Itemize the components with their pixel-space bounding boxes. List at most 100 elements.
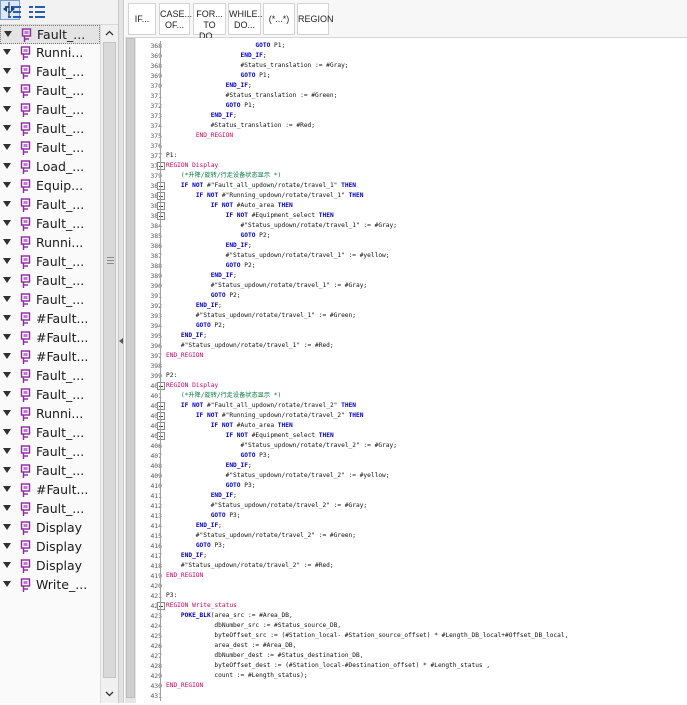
code-line[interactable]: GOTO P2; [162, 231, 687, 241]
code-line[interactable]: P2: [162, 371, 687, 381]
code-line[interactable]: END_REGION [162, 681, 687, 691]
code-line[interactable]: P1: [162, 151, 687, 161]
code-line[interactable]: END_IF; [162, 241, 687, 251]
tree-vertical-scrollbar[interactable] [100, 25, 118, 703]
code-line[interactable]: IF NOT #"Fault_all_updown/rotate/travel_… [162, 401, 687, 411]
expand-arrow-icon[interactable] [3, 467, 11, 473]
editor-scroll-thumb[interactable] [126, 38, 135, 698]
code-line[interactable]: #Status_translation := #Gray; [162, 61, 687, 71]
code-line[interactable]: IF NOT #Equipment_select THEN [162, 211, 687, 221]
code-line[interactable]: IF NOT #"Running_updown/rotate/travel_2"… [162, 411, 687, 421]
tree-item[interactable]: Fault_... [0, 82, 100, 101]
fold-toggle-icon[interactable] [157, 212, 165, 220]
tree-item[interactable]: Fault_... [0, 120, 100, 139]
code-line[interactable]: dbNumber_dest := #Status_destination_DB, [162, 651, 687, 661]
panel-splitter[interactable] [118, 0, 124, 703]
collapse-all-icon[interactable] [28, 3, 46, 21]
expand-arrow-icon[interactable] [3, 49, 11, 55]
fold-toggle-icon[interactable] [157, 602, 165, 610]
code-line[interactable]: END_IF; [162, 51, 687, 61]
fold-toggle-icon[interactable] [157, 382, 165, 390]
expand-arrow-icon[interactable] [3, 296, 11, 302]
code-line[interactable]: IF NOT #"Fault_all_updown/rotate/travel_… [162, 181, 687, 191]
tree-item[interactable]: Fault_... [0, 424, 100, 443]
code-line[interactable]: #"Status_updown/rotate/travel_2" := #yel… [162, 471, 687, 481]
expand-arrow-icon[interactable] [3, 562, 11, 568]
code-line[interactable]: REGION Write_status [162, 601, 687, 611]
tree-item[interactable]: #Fault... [0, 481, 100, 500]
tree-item[interactable]: Runni... [0, 44, 100, 63]
tree-item[interactable]: Fault_... [0, 386, 100, 405]
expand-arrow-icon[interactable] [3, 372, 11, 378]
code-line[interactable]: END_IF; [162, 111, 687, 121]
expand-arrow-icon[interactable] [3, 239, 11, 245]
tree-item[interactable]: Fault_... [0, 139, 100, 158]
tree-item[interactable]: Fault_... [0, 500, 100, 519]
expand-arrow-icon[interactable] [3, 524, 11, 530]
tree-item[interactable]: Fault_... [0, 196, 100, 215]
code-line[interactable]: (*升降/旋转/行走设备状态显示 *) [162, 391, 687, 401]
expand-arrow-icon[interactable] [3, 315, 11, 321]
code-line[interactable]: GOTO P3; [162, 511, 687, 521]
code-line[interactable]: (*升降/旋转/行走设备状态显示 *) [162, 171, 687, 181]
expand-arrow-icon[interactable] [3, 87, 11, 93]
code-line[interactable]: IF NOT #Auto_area THEN [162, 421, 687, 431]
code-line[interactable]: END_IF; [162, 271, 687, 281]
code-line[interactable]: #"Status_updown/rotate/travel_1" := #Red… [162, 341, 687, 351]
tree-item[interactable]: Fault_... [0, 272, 100, 291]
code-line[interactable]: END_IF; [162, 551, 687, 561]
code-line[interactable]: END_IF; [162, 81, 687, 91]
tree-item[interactable]: Fault_... [0, 462, 100, 481]
code-line[interactable]: POKE_BLK(area_src := #Area_DB, [162, 611, 687, 621]
expand-arrow-icon[interactable] [3, 68, 11, 74]
code-editor[interactable]: 3683693683693703713723733743753763773783… [125, 38, 687, 703]
code-line[interactable]: GOTO P3; [162, 451, 687, 461]
expand-arrow-icon[interactable] [3, 220, 11, 226]
code-line[interactable]: END_IF; [162, 491, 687, 501]
fold-toggle-icon[interactable] [157, 422, 165, 430]
snippet-region-button[interactable]: REGION [297, 3, 334, 35]
tree-item[interactable]: Fault_... [0, 291, 100, 310]
code-line[interactable]: END_IF; [162, 461, 687, 471]
scroll-thumb[interactable] [103, 42, 116, 678]
code-line[interactable]: GOTO P1; [162, 41, 687, 51]
expand-arrow-icon[interactable] [3, 163, 11, 169]
code-line[interactable]: END_REGION [162, 351, 687, 361]
tree-item[interactable]: Fault_... [0, 443, 100, 462]
expand-arrow-icon[interactable] [3, 581, 11, 587]
expand-arrow-icon[interactable] [3, 391, 11, 397]
code-line[interactable]: #"Status_updown/rotate/travel_2" := #Gra… [162, 441, 687, 451]
expand-arrow-icon[interactable] [3, 505, 11, 511]
fold-toggle-icon[interactable] [157, 162, 165, 170]
tree-item[interactable]: #Fault... [0, 348, 100, 367]
expand-arrow-icon[interactable] [4, 31, 12, 37]
code-line[interactable]: GOTO P1; [162, 101, 687, 111]
code-line[interactable] [162, 361, 687, 371]
code-line[interactable]: IF NOT #Auto_area THEN [162, 201, 687, 211]
tree-item[interactable]: Fault_... [0, 101, 100, 120]
snippet-for-button[interactable]: FOR... TO DO... [193, 3, 226, 41]
expand-arrow-icon[interactable] [3, 106, 11, 112]
code-line[interactable]: #"Status_updown/rotate/travel_2" := #Red… [162, 561, 687, 571]
code-line[interactable]: GOTO P2; [162, 291, 687, 301]
code-line[interactable] [162, 691, 687, 701]
fold-toggle-icon[interactable] [157, 192, 165, 200]
expand-arrow-icon[interactable] [3, 486, 11, 492]
tree-item[interactable]: Display [0, 519, 100, 538]
code-line[interactable] [162, 581, 687, 591]
code-line[interactable]: #"Status_updown/rotate/travel_1" := #Gre… [162, 311, 687, 321]
tree-item[interactable]: Fault_... [0, 367, 100, 386]
fold-toggle-icon[interactable] [157, 402, 165, 410]
tree-item[interactable]: Display [0, 557, 100, 576]
fold-toggle-icon[interactable] [157, 182, 165, 190]
expand-arrow-icon[interactable] [3, 429, 11, 435]
code-line[interactable]: #"Status_updown/rotate/travel_1" := #Gra… [162, 281, 687, 291]
editor-scrollbar[interactable] [125, 38, 136, 703]
code-line[interactable]: byteOffset_dest := (#Station_local-#Dest… [162, 661, 687, 671]
code-line[interactable]: GOTO P3; [162, 481, 687, 491]
code-line[interactable]: #Status_translation := #Green; [162, 91, 687, 101]
fold-toggle-icon[interactable] [157, 432, 165, 440]
snippet-if-button[interactable]: IF... [128, 3, 156, 35]
code-line[interactable]: GOTO P3; [162, 541, 687, 551]
code-line[interactable]: REGION Display [162, 381, 687, 391]
